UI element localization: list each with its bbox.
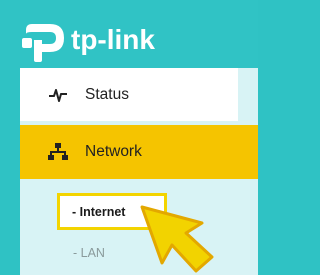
sidebar-subitem-label: - Internet (72, 205, 126, 219)
app-header: tp-link (0, 0, 258, 70)
sidebar-item-status[interactable]: Status (20, 68, 238, 121)
status-pulse-icon (49, 88, 67, 102)
sidebar-item-network[interactable]: Network (20, 125, 258, 179)
sidebar-item-label: Network (85, 143, 142, 160)
tp-link-logo-icon (22, 24, 64, 62)
network-topology-icon (48, 143, 68, 160)
sidebar-subitem-lan[interactable]: - LAN (73, 246, 105, 260)
sidebar-item-label: Status (85, 85, 129, 103)
pointer-arrow-icon (140, 205, 214, 273)
brand-name: tp-link (71, 24, 155, 55)
